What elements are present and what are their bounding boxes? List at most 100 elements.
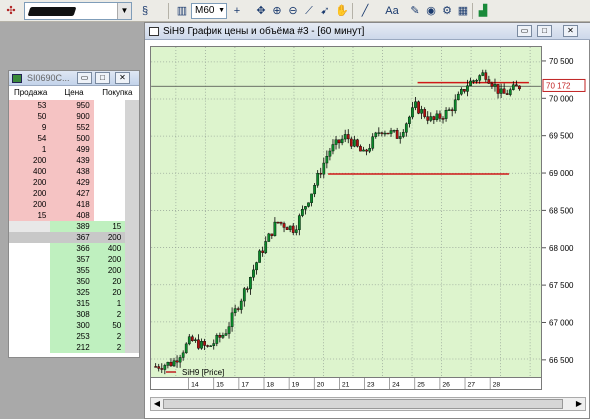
minimize-button[interactable]: ▭	[77, 72, 92, 84]
pointer-icon[interactable]: ➹	[318, 2, 332, 20]
sell-volume: 15	[9, 210, 51, 221]
candle	[334, 139, 338, 145]
zoom-out-icon[interactable]: ⊖	[286, 2, 300, 20]
close-button[interactable]: ✕	[115, 72, 130, 84]
candle	[432, 116, 436, 120]
sell-volume: 200	[9, 199, 51, 210]
candle	[297, 215, 301, 230]
zoom-in-icon[interactable]: ⊕	[270, 2, 284, 20]
order-book-row[interactable]: 200 418	[9, 199, 139, 210]
order-book-row[interactable]: 50 900	[9, 111, 139, 122]
scroll-gutter	[125, 320, 139, 331]
order-book-row[interactable]: 367 200	[9, 232, 139, 243]
pencil-icon[interactable]: ✎	[408, 2, 422, 20]
candle	[459, 89, 463, 95]
candles-icon[interactable]: ▟	[476, 2, 490, 20]
order-book-row[interactable]: 15 408	[9, 210, 139, 221]
order-book-row[interactable]: 300 50	[9, 320, 139, 331]
price-chart[interactable]	[150, 46, 542, 386]
sell-volume	[9, 232, 51, 243]
order-book-row[interactable]: 350 20	[9, 276, 139, 287]
order-book-row[interactable]: 389 15	[9, 221, 139, 232]
settings-icon[interactable]: ⚙	[440, 2, 454, 20]
sell-volume: 200	[9, 177, 51, 188]
interval-select[interactable]: M60 ▼	[191, 3, 227, 19]
chevron-down-icon[interactable]: ▼	[117, 3, 131, 19]
chevron-down-icon[interactable]: ▼	[218, 4, 225, 18]
x-tick-label: 26	[442, 381, 450, 388]
eye-icon[interactable]: ◉	[424, 2, 438, 20]
candle	[233, 308, 237, 314]
candle	[221, 335, 225, 338]
candle	[353, 139, 356, 147]
chart-icon[interactable]: ▥	[174, 2, 190, 20]
price: 308	[50, 309, 94, 320]
hand-icon[interactable]: ✋	[335, 2, 349, 20]
candle	[515, 84, 518, 87]
scroll-gutter	[125, 276, 139, 287]
order-book-row[interactable]: 253 2	[9, 331, 139, 342]
candle	[181, 352, 185, 358]
candle	[178, 357, 182, 363]
order-book-row[interactable]: 357 200	[9, 254, 139, 265]
minimize-button[interactable]: ▭	[517, 25, 532, 37]
text-tool-button[interactable]: Aa	[384, 2, 400, 20]
order-book-row[interactable]: 400 438	[9, 166, 139, 177]
price-axis: 66 500 67 000 67 500 68 000 68 500 69 000 69 5…	[542, 46, 586, 386]
maximize-button[interactable]: □	[537, 25, 552, 37]
candle	[435, 113, 439, 120]
candle	[484, 72, 488, 80]
candle	[304, 206, 307, 210]
instrument-combo[interactable]: ▼	[24, 2, 132, 20]
move-icon[interactable]: ✥	[254, 2, 268, 20]
toolbar-icon[interactable]: ✣	[3, 2, 19, 20]
candle	[242, 288, 246, 302]
order-book-row[interactable]: 366 400	[9, 243, 139, 254]
order-book-row[interactable]: 1 499	[9, 144, 139, 155]
scroll-right-icon[interactable]: ▶	[573, 398, 585, 410]
candle	[230, 312, 234, 327]
sell-volume	[9, 254, 51, 265]
link-icon[interactable]: §	[137, 2, 153, 20]
scroll-gutter	[125, 342, 139, 353]
line-tool-icon[interactable]: ╱	[358, 2, 372, 20]
order-book-row[interactable]: 9 552	[9, 122, 139, 133]
price: 350	[50, 276, 94, 287]
x-tick-label: 28	[493, 381, 501, 388]
candle	[417, 101, 420, 114]
order-book-row[interactable]: 308 2	[9, 309, 139, 320]
candle	[319, 173, 323, 175]
x-tick-label: 21	[342, 381, 350, 388]
scroll-gutter	[125, 100, 139, 111]
price: 300	[50, 320, 94, 331]
price: 357	[50, 254, 94, 265]
buy-volume: 20	[93, 276, 126, 287]
buy-volume	[93, 210, 126, 221]
grid-icon[interactable]: ▦	[456, 2, 470, 20]
maximize-button[interactable]: □	[95, 72, 110, 84]
price: 500	[50, 133, 94, 144]
order-book-row[interactable]: 200 439	[9, 155, 139, 166]
scroll-thumb[interactable]	[163, 399, 563, 409]
candle	[215, 335, 219, 344]
order-book-row[interactable]: 355 200	[9, 265, 139, 276]
scroll-left-icon[interactable]: ◀	[151, 398, 163, 410]
main-toolbar: ✣ ▼ § ▥ M60 ▼ + ✥ ⊕ ⊖ ⟋ ➹ ✋ ╱ Aa ✎ ◉ ⚙ ▦…	[0, 0, 590, 22]
candle	[368, 148, 372, 152]
candle	[426, 116, 430, 121]
order-book-row[interactable]: 212 2	[9, 342, 139, 353]
candle	[310, 193, 313, 203]
price: 427	[50, 188, 94, 199]
order-book-row[interactable]: 325 20	[9, 287, 139, 298]
buy-volume	[93, 177, 126, 188]
crosshair-icon[interactable]: +	[230, 2, 244, 20]
order-book-row[interactable]: 53 950	[9, 100, 139, 111]
ruler-icon[interactable]: ⟋	[302, 2, 316, 20]
close-button[interactable]: ✕	[563, 25, 578, 37]
x-tick-label: 17	[241, 381, 249, 388]
order-book-row[interactable]: 200 429	[9, 177, 139, 188]
order-book-row[interactable]: 54 500	[9, 133, 139, 144]
order-book-row[interactable]: 315 1	[9, 298, 139, 309]
horizontal-scrollbar[interactable]: ◀ ▶	[150, 397, 586, 411]
order-book-row[interactable]: 200 427	[9, 188, 139, 199]
